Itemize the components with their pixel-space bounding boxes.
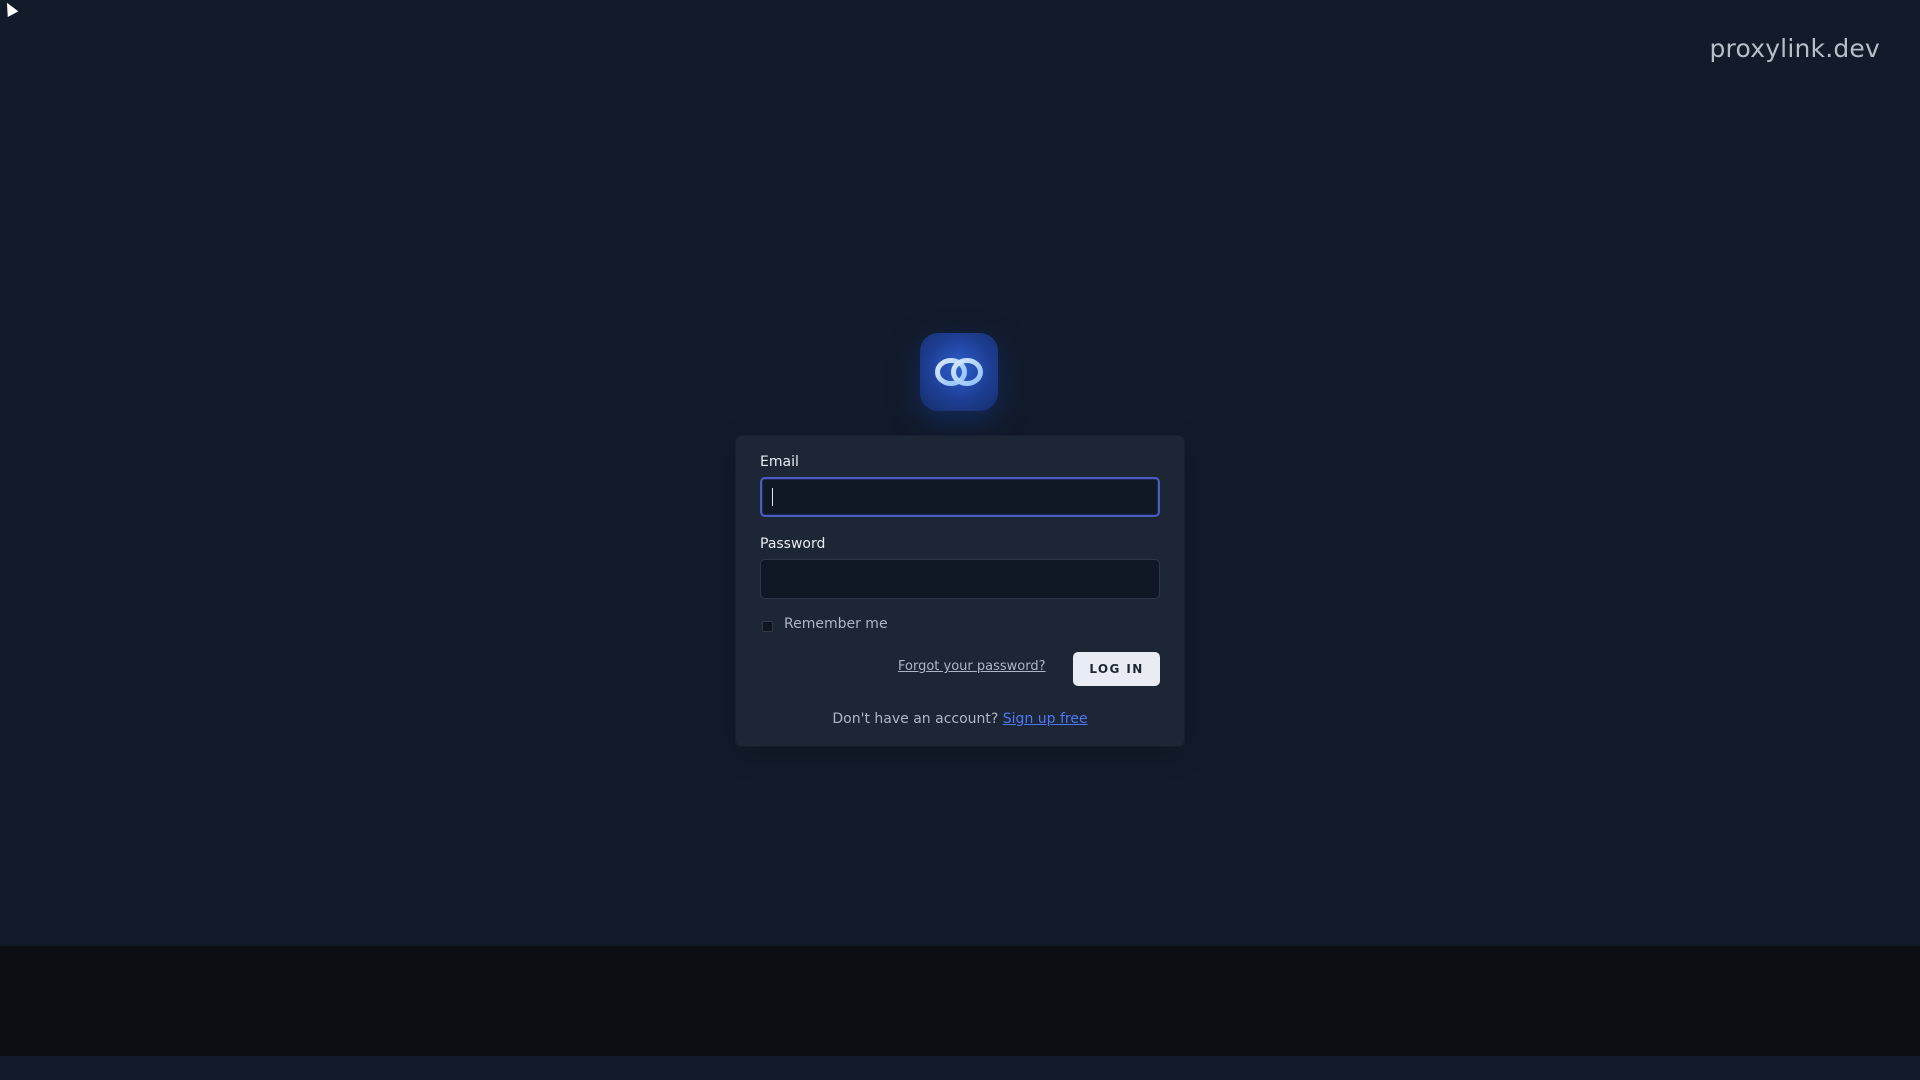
password-input[interactable] xyxy=(760,559,1160,599)
signup-link[interactable]: Sign up free xyxy=(1003,711,1088,727)
login-page: proxylink.dev Email Password Remember me… xyxy=(0,0,1920,1080)
mouse-pointer-icon xyxy=(1,0,19,18)
forgot-password-link[interactable]: Forgot your password? xyxy=(898,659,1046,674)
signup-row: Don't have an account? Sign up free xyxy=(736,711,1184,727)
email-label: Email xyxy=(760,454,799,470)
log-in-button[interactable]: LOG IN xyxy=(1073,652,1160,686)
login-card: Email Password Remember me Forgot your p… xyxy=(736,436,1184,746)
text-caret xyxy=(772,488,773,506)
remember-me-checkbox[interactable] xyxy=(762,621,773,632)
double-ring-logo-icon xyxy=(935,358,983,386)
site-domain: proxylink.dev xyxy=(1709,34,1880,63)
password-label: Password xyxy=(760,536,826,552)
remember-me-label[interactable]: Remember me xyxy=(784,616,888,632)
signup-prompt: Don't have an account? xyxy=(832,711,999,727)
footer-band xyxy=(0,946,1920,1056)
email-input[interactable] xyxy=(760,477,1160,517)
app-logo xyxy=(920,333,998,411)
